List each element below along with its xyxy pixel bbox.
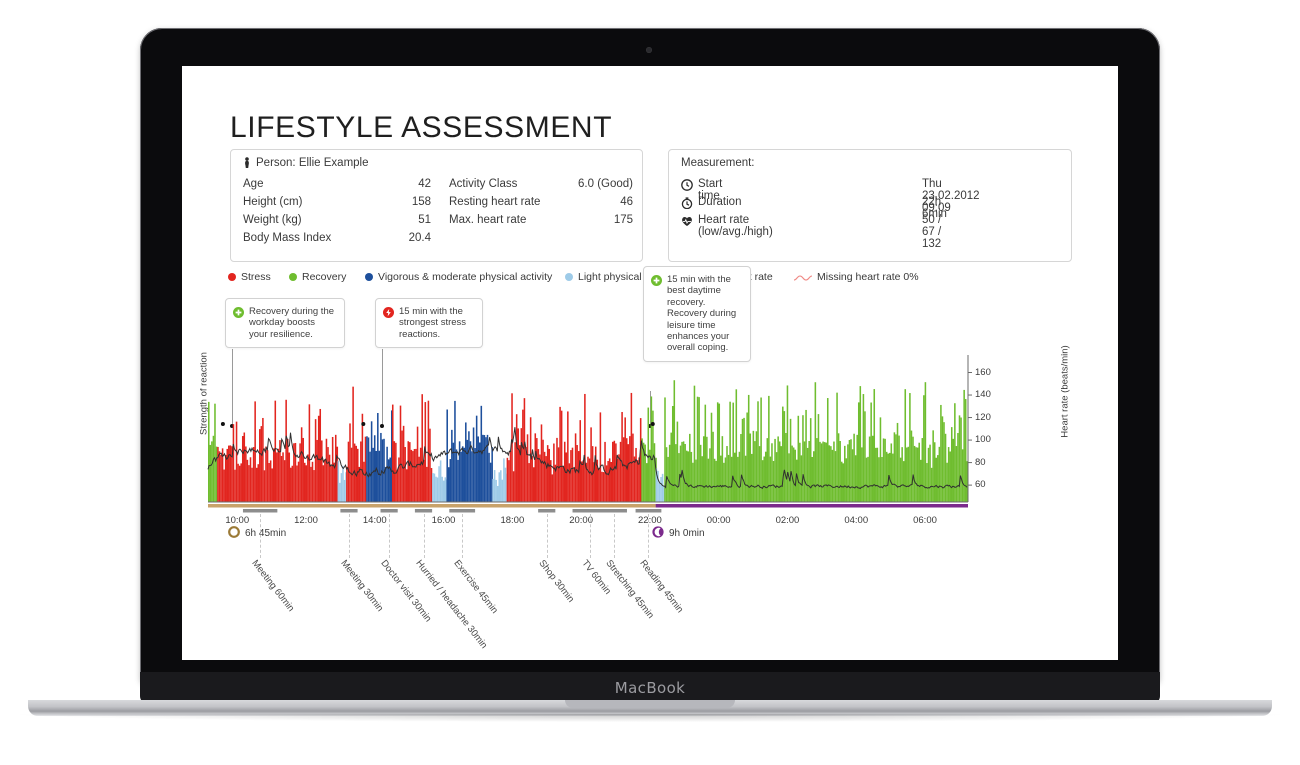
lifestyle-chart: Strength of reaction Heart rate (beats/m… bbox=[182, 66, 1118, 660]
x-axis-tick: 06:00 bbox=[913, 515, 937, 526]
event-gridline bbox=[423, 514, 425, 558]
moon-icon bbox=[652, 526, 664, 538]
y-axis-tick: 80 bbox=[975, 456, 986, 468]
event-gridline bbox=[614, 514, 616, 558]
event-gridline bbox=[348, 514, 350, 558]
x-axis-tick: 18:00 bbox=[500, 515, 525, 526]
x-axis-tick: 00:00 bbox=[706, 515, 731, 526]
sleep-duration-badge: 9h 0min bbox=[652, 526, 705, 539]
laptop-mockup: LIFESTYLE ASSESSMENT Person: Ellie Examp… bbox=[0, 0, 1300, 765]
x-axis-tick: 02:00 bbox=[775, 515, 800, 526]
y-axis-tick: 60 bbox=[975, 479, 986, 491]
event-gridline bbox=[546, 514, 548, 558]
event-gridline bbox=[648, 514, 650, 558]
x-axis-tick: 22:00 bbox=[638, 515, 662, 526]
webcam-icon bbox=[646, 47, 652, 53]
sleep-duration-label: 9h 0min bbox=[669, 528, 705, 539]
event-gridline bbox=[260, 514, 262, 558]
laptop-screen: LIFESTYLE ASSESSMENT Person: Ellie Examp… bbox=[182, 66, 1118, 660]
event-gridline bbox=[462, 514, 464, 558]
x-axis-tick: 12:00 bbox=[294, 515, 318, 526]
awake-duration-label: 6h 45min bbox=[245, 528, 287, 539]
x-axis-tick: 16:00 bbox=[431, 515, 456, 526]
y-axis-tick: 100 bbox=[975, 434, 991, 446]
x-axis-tick: 14:00 bbox=[362, 515, 387, 526]
y-axis-tick: 120 bbox=[975, 411, 991, 423]
laptop-base-notch bbox=[565, 700, 735, 708]
event-gridline bbox=[389, 514, 391, 558]
x-axis-tick: 10:00 bbox=[225, 515, 250, 526]
y-axis-tick: 140 bbox=[975, 389, 991, 401]
awake-duration-badge: 6h 45min bbox=[228, 526, 286, 539]
laptop-shadow bbox=[20, 714, 1280, 722]
event-gridline bbox=[589, 514, 591, 558]
report-page: LIFESTYLE ASSESSMENT Person: Ellie Examp… bbox=[182, 66, 1118, 660]
x-axis-tick: 04:00 bbox=[844, 515, 869, 526]
y-axis-tick: 160 bbox=[975, 366, 991, 378]
awake-ring-icon bbox=[228, 526, 240, 538]
